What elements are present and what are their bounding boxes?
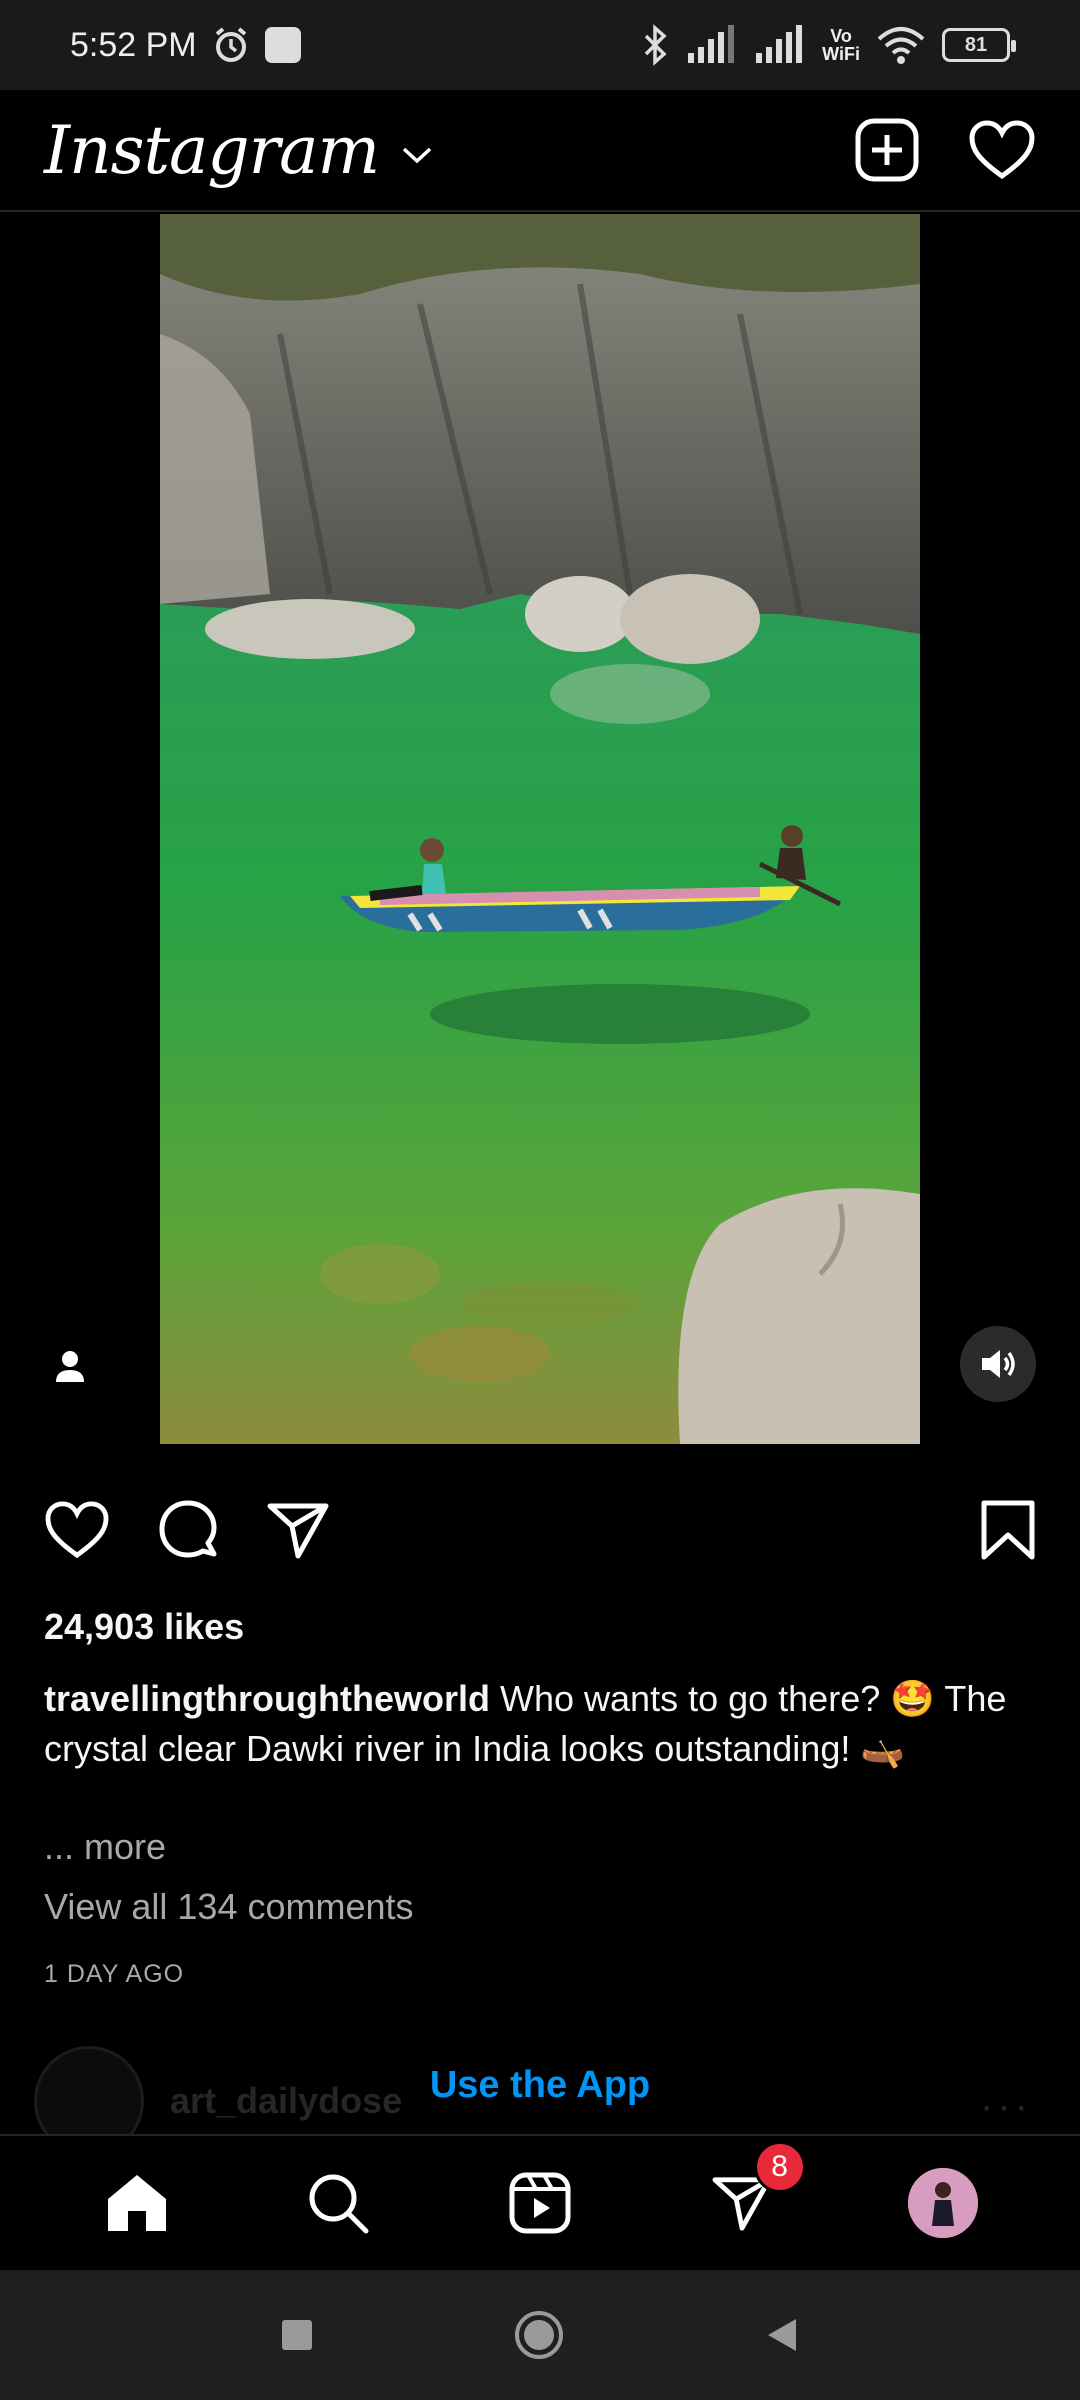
status-time: 5:52 PM xyxy=(70,25,197,64)
app-header: Instagram xyxy=(0,90,1080,212)
nav-search[interactable] xyxy=(298,2163,378,2243)
share-icon[interactable] xyxy=(266,1500,330,1560)
notification-icon xyxy=(264,27,301,63)
create-icon[interactable] xyxy=(854,117,920,183)
volume-toggle-button[interactable] xyxy=(960,1326,1036,1402)
recents-icon[interactable] xyxy=(280,2318,314,2352)
post-caption: travellingthroughtheworld Who wants to g… xyxy=(44,1674,1044,1774)
direct-badge: 8 xyxy=(753,2141,806,2193)
search-icon xyxy=(309,2174,369,2234)
back-icon[interactable] xyxy=(764,2315,800,2355)
profile-avatar xyxy=(908,2168,979,2238)
caption-username[interactable]: travellingthroughtheworld xyxy=(44,1678,490,1719)
user-tag-icon[interactable] xyxy=(48,1344,92,1388)
post-timestamp: 1 DAY AGO xyxy=(44,1960,185,1988)
chevron-down-icon[interactable] xyxy=(401,145,433,165)
volume-icon xyxy=(982,1350,1015,1378)
bluetooth-icon xyxy=(644,24,667,66)
vowifi-label: Vo WiFi xyxy=(822,26,860,64)
comment-icon[interactable] xyxy=(156,1498,220,1562)
like-heart-icon[interactable] xyxy=(44,1500,110,1560)
signal-icon xyxy=(688,25,735,63)
signal-icon-2 xyxy=(756,25,803,63)
post-actions-row xyxy=(0,1490,1080,1570)
heart-icon[interactable] xyxy=(968,119,1036,181)
bottom-nav: 8 xyxy=(0,2134,1080,2270)
more-link[interactable]: ... more xyxy=(44,1826,166,1868)
post-media-area[interactable] xyxy=(0,214,1080,1444)
reels-icon xyxy=(509,2172,571,2234)
alarm-icon xyxy=(215,27,246,62)
status-bar: 5:52 PM Vo WiFi 81 xyxy=(0,0,1080,90)
home-circle-icon[interactable] xyxy=(513,2309,565,2361)
wifi-icon xyxy=(877,27,925,64)
battery-indicator: 81 xyxy=(942,28,1016,62)
bookmark-icon[interactable] xyxy=(980,1499,1036,1561)
nav-reels[interactable] xyxy=(500,2163,580,2243)
home-icon xyxy=(107,2175,166,2231)
river-scene-image xyxy=(160,214,920,1444)
use-the-app-link[interactable]: Use the App xyxy=(0,2064,1080,2107)
view-comments-link[interactable]: View all 134 comments xyxy=(44,1886,414,1928)
post-photo[interactable] xyxy=(160,214,920,1444)
system-nav-bar xyxy=(0,2270,1080,2400)
nav-direct[interactable]: 8 xyxy=(702,2141,806,2243)
instagram-logo[interactable]: Instagram xyxy=(44,112,380,189)
likes-count[interactable]: 24,903 likes xyxy=(44,1606,244,1648)
nav-home[interactable] xyxy=(97,2163,177,2243)
nav-profile[interactable] xyxy=(903,2163,983,2243)
